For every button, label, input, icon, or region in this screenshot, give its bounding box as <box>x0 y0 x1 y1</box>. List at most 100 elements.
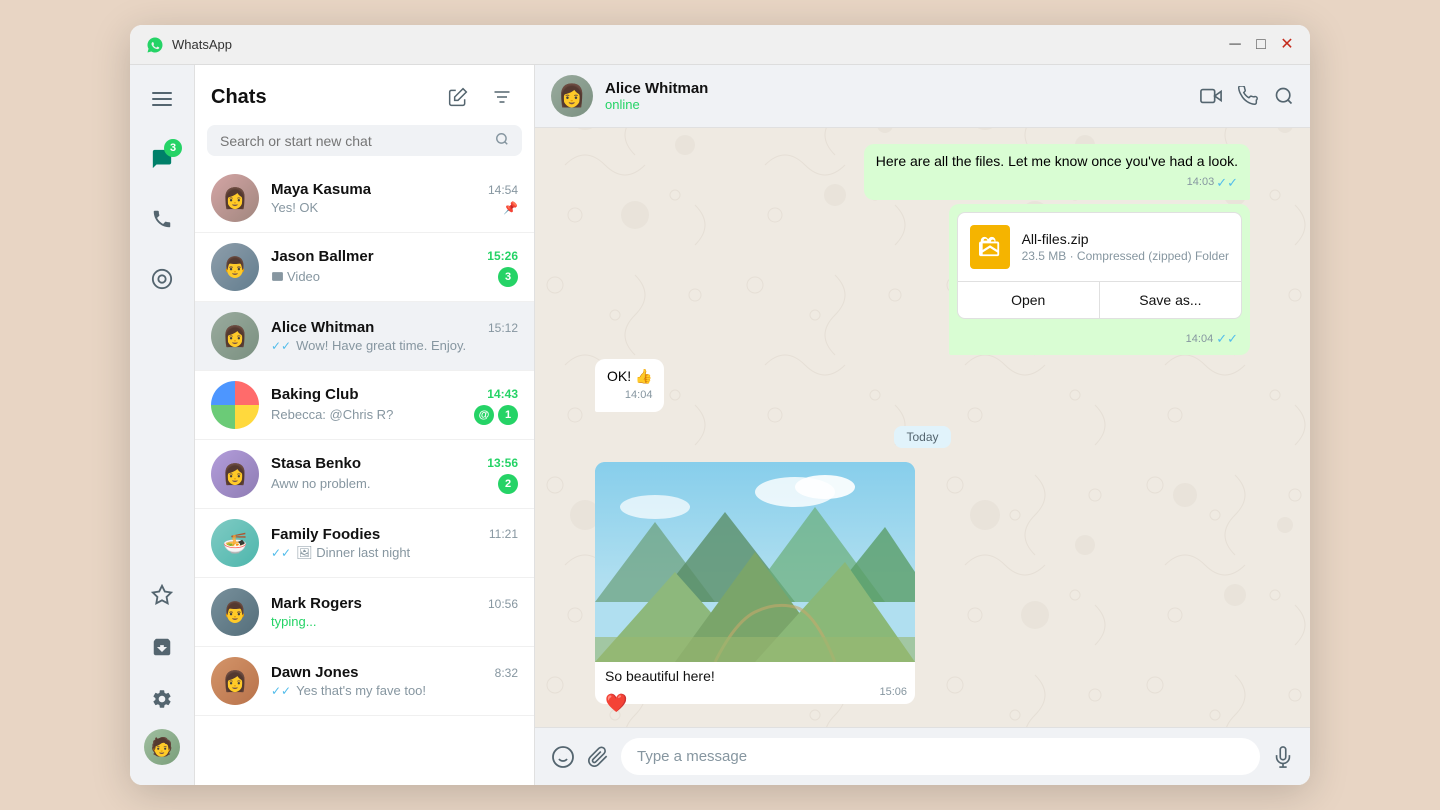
chat-preview: typing... <box>271 614 518 629</box>
chat-name: Jason Ballmer <box>271 248 374 265</box>
chat-preview: ✓✓ Yes that's my fave too! <box>271 683 518 698</box>
chat-item[interactable]: 🍜 Family Foodies 11:21 ✓✓ 🖼 Dinner last … <box>195 509 534 578</box>
group-avatar <box>211 381 259 429</box>
message-bubble-outgoing: Here are all the files. Let me know once… <box>864 144 1250 200</box>
chat-item[interactable]: 👨 Jason Ballmer 15:26 Video 3 <box>195 233 534 302</box>
chat-header-avatar[interactable]: 👩 <box>551 75 593 117</box>
whatsapp-logo-icon <box>146 36 164 54</box>
voice-message-button[interactable] <box>1272 746 1294 768</box>
file-info-row: All-files.zip 23.5 MB · Compressed (zipp… <box>958 213 1241 281</box>
chats-badge: 3 <box>164 139 182 157</box>
minimize-button[interactable]: ─ <box>1228 38 1242 52</box>
read-tick-icon: ✓✓ <box>1216 174 1238 192</box>
chat-time: 14:54 <box>488 183 518 197</box>
date-label: Today <box>894 426 950 448</box>
title-bar: WhatsApp ─ □ ✕ <box>130 25 1310 65</box>
contact-avatar: 👩 <box>211 312 259 360</box>
maximize-button[interactable]: □ <box>1254 38 1268 52</box>
unread-badge: 3 <box>498 267 518 287</box>
chat-item[interactable]: 👩 Maya Kasuma 14:54 Yes! OK 📌 <box>195 164 534 233</box>
nav-icon-starred[interactable] <box>140 573 184 617</box>
user-avatar[interactable]: 🧑 <box>144 729 180 765</box>
date-divider: Today <box>595 428 1250 446</box>
search-messages-button[interactable] <box>1274 86 1294 106</box>
open-file-button[interactable]: Open <box>958 282 1100 318</box>
double-tick-icon: ✓✓ <box>271 684 291 698</box>
search-icon[interactable] <box>495 132 509 149</box>
chat-item[interactable]: 👨 Mark Rogers 10:56 typing... <box>195 578 534 647</box>
chat-name: Stasa Benko <box>271 455 361 472</box>
chat-preview: ✓✓ 🖼 Dinner last night <box>271 545 518 561</box>
attach-button[interactable] <box>587 746 609 768</box>
chat-info: Family Foodies 11:21 ✓✓ 🖼 Dinner last ni… <box>271 526 518 561</box>
chat-time: 8:32 <box>495 666 518 680</box>
filter-button[interactable] <box>486 81 518 113</box>
chat-time: 14:43 <box>487 387 518 401</box>
chat-info: Dawn Jones 8:32 ✓✓ Yes that's my fave to… <box>271 664 518 698</box>
chat-header-actions <box>1200 85 1294 107</box>
chat-header: 👩 Alice Whitman online <box>535 65 1310 128</box>
chat-info: Stasa Benko 13:56 Aww no problem. 2 <box>271 455 518 494</box>
chat-name: Family Foodies <box>271 526 380 543</box>
message-text: Here are all the files. Let me know once… <box>876 153 1238 169</box>
chat-item-active[interactable]: 👩 Alice Whitman 15:12 ✓✓ Wow! Have great… <box>195 302 534 371</box>
chat-input-area <box>535 727 1310 785</box>
chats-panel: Chats <box>195 65 535 785</box>
chat-item[interactable]: 👩 Dawn Jones 8:32 ✓✓ Yes that's my fave … <box>195 647 534 716</box>
nav-icon-settings[interactable] <box>140 677 184 721</box>
chat-preview: Yes! OK <box>271 200 499 215</box>
image-message[interactable]: So beautiful here! 15:06 <box>595 462 915 704</box>
file-actions: Open Save as... <box>958 281 1241 318</box>
chat-item[interactable]: Baking Club 14:43 Rebecca: @Chris R? @ 1 <box>195 371 534 440</box>
search-bar <box>207 125 522 156</box>
contact-avatar: 👩 <box>211 450 259 498</box>
chat-preview: ✓✓ Wow! Have great time. Enjoy. <box>271 338 518 353</box>
chat-info: Baking Club 14:43 Rebecca: @Chris R? @ 1 <box>271 386 518 425</box>
double-tick-icon: ✓✓ <box>271 339 291 353</box>
save-file-button[interactable]: Save as... <box>1100 282 1241 318</box>
message-input[interactable] <box>621 738 1260 775</box>
image-caption: So beautiful here! <box>595 662 915 686</box>
contact-avatar: 👨 <box>211 243 259 291</box>
nav-icon-status[interactable] <box>140 257 184 301</box>
file-time-text: 14:04 <box>1186 333 1214 345</box>
nav-bottom-icons: 🧑 <box>140 573 184 773</box>
messages-area: Here are all the files. Let me know once… <box>535 128 1310 727</box>
message-meta: 14:03 ✓✓ <box>876 174 1238 192</box>
app-title: WhatsApp <box>172 37 1228 52</box>
file-attachment: All-files.zip 23.5 MB · Compressed (zipp… <box>957 212 1242 319</box>
file-name: All-files.zip <box>1022 231 1229 247</box>
file-message-time: 14:04 ✓✓ <box>949 327 1250 355</box>
file-size: 23.5 MB · Compressed (zipped) Folder <box>1022 249 1229 263</box>
file-read-tick: ✓✓ <box>1216 331 1238 347</box>
contact-status: online <box>605 97 1188 112</box>
message-meta: 14:04 <box>607 388 652 403</box>
voice-call-button[interactable] <box>1238 86 1258 106</box>
emoji-button[interactable] <box>551 745 575 769</box>
search-input[interactable] <box>220 133 495 149</box>
pin-icon: 📌 <box>503 201 518 215</box>
image-message-wrapper: So beautiful here! 15:06 ❤️ <box>595 462 915 704</box>
nav-icon-archived[interactable] <box>140 625 184 669</box>
video-call-button[interactable] <box>1200 85 1222 107</box>
close-button[interactable]: ✕ <box>1280 38 1294 52</box>
chat-preview: Video <box>271 269 490 284</box>
unread-badge: 2 <box>498 474 518 494</box>
chat-name: Dawn Jones <box>271 664 359 681</box>
nav-icon-calls[interactable] <box>140 197 184 241</box>
chat-info: Maya Kasuma 14:54 Yes! OK 📌 <box>271 181 518 215</box>
chat-info: Jason Ballmer 15:26 Video 3 <box>271 248 518 287</box>
chat-name: Alice Whitman <box>271 319 374 336</box>
unread-badge: 1 <box>498 405 518 425</box>
chat-time: 10:56 <box>488 597 518 611</box>
file-container: All-files.zip 23.5 MB · Compressed (zipp… <box>949 204 1250 327</box>
chat-time: 15:12 <box>488 321 518 335</box>
chat-item[interactable]: 👩 Stasa Benko 13:56 Aww no problem. 2 <box>195 440 534 509</box>
new-chat-button[interactable] <box>442 81 474 113</box>
nav-icon-chats[interactable]: 3 <box>140 137 184 181</box>
reaction-icon: ❤️ <box>605 693 627 714</box>
contact-avatar: 👩 <box>211 174 259 222</box>
nav-icon-menu[interactable] <box>140 77 184 121</box>
chats-header: Chats <box>195 65 534 121</box>
double-tick-icon: ✓✓ <box>271 546 291 560</box>
